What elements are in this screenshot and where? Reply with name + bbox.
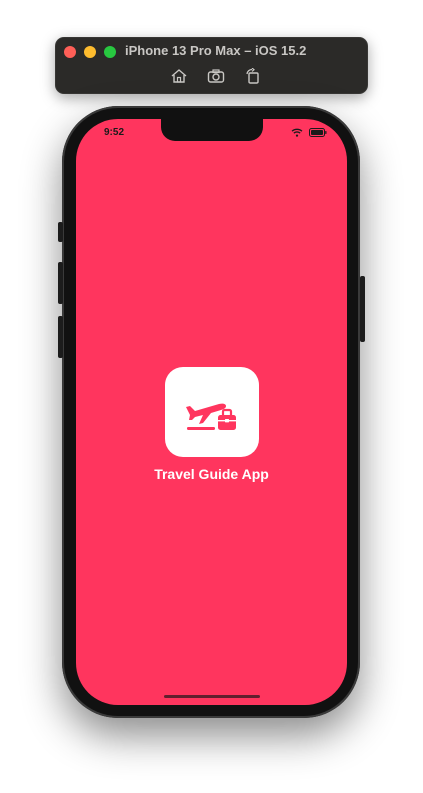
status-time: 9:52 [104,127,125,138]
status-icons [291,128,327,137]
app-screen[interactable]: 9:52 Travel Guide App [76,119,347,705]
stage: iPhone 13 Pro Max – iOS 15.2 9:52 Travel… [0,0,423,793]
home-icon[interactable] [170,68,188,84]
wifi-icon [291,128,303,137]
notch [161,119,263,141]
volume-up-button [58,262,63,304]
power-button [360,276,365,342]
mute-switch [58,222,63,242]
minimize-window-button[interactable] [84,46,96,58]
plane-luggage-icon [186,403,236,430]
camera-icon[interactable] [207,68,225,84]
simulator-window-toolbar: iPhone 13 Pro Max – iOS 15.2 [55,37,368,94]
app-name-label: Travel Guide App [154,466,269,482]
volume-down-button [58,316,63,358]
app-logo [165,367,259,457]
battery-icon [309,128,327,137]
close-window-button[interactable] [64,46,76,58]
rotate-icon[interactable] [244,68,262,84]
simulator-title: iPhone 13 Pro Max – iOS 15.2 [125,43,307,58]
zoom-window-button[interactable] [104,46,116,58]
home-indicator[interactable] [164,695,260,698]
